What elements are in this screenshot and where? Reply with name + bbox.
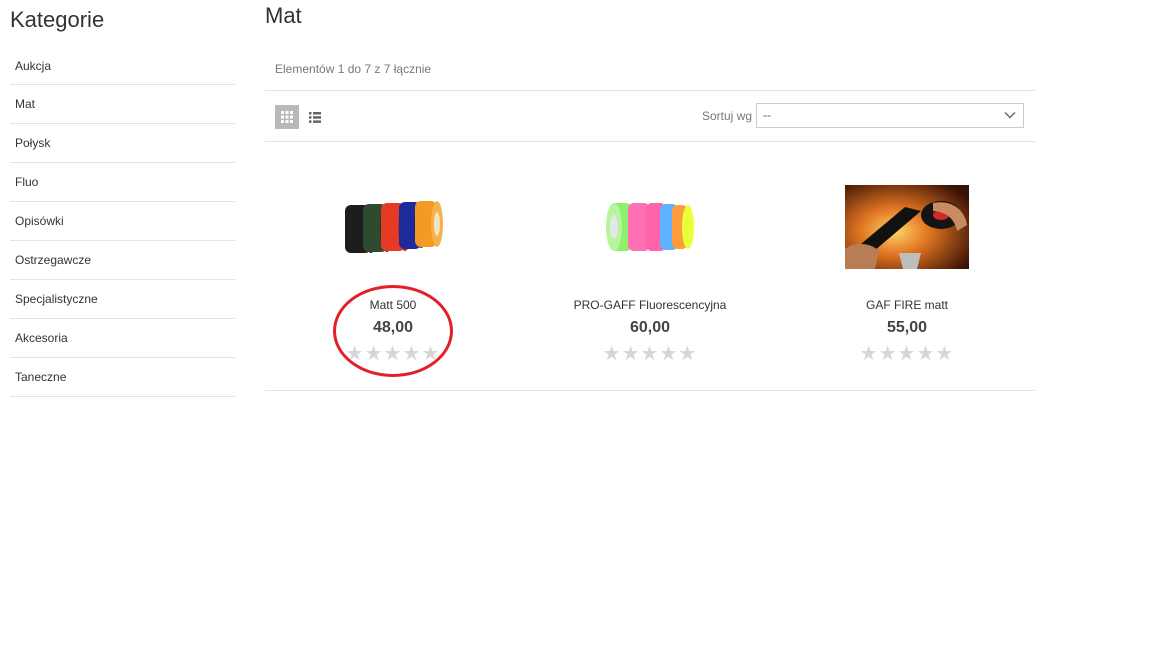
chevron-down-icon (1004, 112, 1016, 119)
category-sidebar: Kategorie Aukcja Mat Połysk Fluo Opisówk… (10, 0, 235, 397)
category-item-specjalistyczne[interactable]: Specjalistyczne (10, 280, 235, 319)
category-item-taneczne[interactable]: Taneczne (10, 358, 235, 397)
rating-stars-icon: ★★★★★ (345, 343, 441, 365)
category-item-fluo[interactable]: Fluo (10, 163, 235, 202)
category-item-polysk[interactable]: Połysk (10, 124, 235, 163)
page-title: Mat (265, 3, 302, 28)
product-card: GAF FIRE matt 55,00 ★★★★★ (779, 142, 1035, 390)
sidebar-title: Kategorie (10, 7, 105, 32)
rating-stars-icon: ★★★★★ (859, 343, 955, 365)
product-name[interactable]: Matt 500 (265, 298, 521, 312)
product-image-fluo-tape[interactable] (588, 185, 712, 269)
sort-selected-value: -- (763, 108, 771, 122)
grid-view-icon[interactable] (275, 105, 299, 129)
product-image-tape-rolls[interactable] (331, 185, 455, 269)
product-price: 48,00 (372, 319, 414, 336)
product-price: 55,00 (886, 319, 928, 336)
product-name[interactable]: GAF FIRE matt (779, 298, 1035, 312)
product-name[interactable]: PRO-GAFF Fluorescencyjna (522, 298, 778, 312)
sort-dropdown[interactable]: -- (756, 103, 1024, 128)
category-item-mat[interactable]: Mat (10, 85, 235, 124)
product-card: PRO-GAFF Fluorescencyjna 60,00 ★★★★★ (522, 142, 778, 390)
sort-label: Sortuj wg (701, 109, 752, 123)
category-item-akcesoria[interactable]: Akcesoria (10, 319, 235, 358)
rating-stars-icon: ★★★★★ (602, 343, 698, 365)
main-content: Mat Elementów 1 do 7 z 7 łącznie Sortuj (265, 0, 1035, 391)
category-item-ostrzegawcze[interactable]: Ostrzegawcze (10, 241, 235, 280)
item-count: Elementów 1 do 7 z 7 łącznie (265, 55, 1035, 91)
product-image-fire-tape[interactable] (845, 185, 969, 269)
list-view-icon[interactable] (303, 105, 327, 129)
product-grid: Matt 500 48,00 ★★★★★ PRO-GAFF Fluorescen… (265, 142, 1035, 391)
category-list: Aukcja Mat Połysk Fluo Opisówki Ostrzega… (10, 48, 235, 397)
category-item-aukcja[interactable]: Aukcja (10, 48, 235, 85)
listing-toolbar: Sortuj wg -- (265, 91, 1035, 142)
category-item-opisowki[interactable]: Opisówki (10, 202, 235, 241)
product-card: Matt 500 48,00 ★★★★★ (265, 142, 521, 390)
product-price: 60,00 (629, 319, 671, 336)
